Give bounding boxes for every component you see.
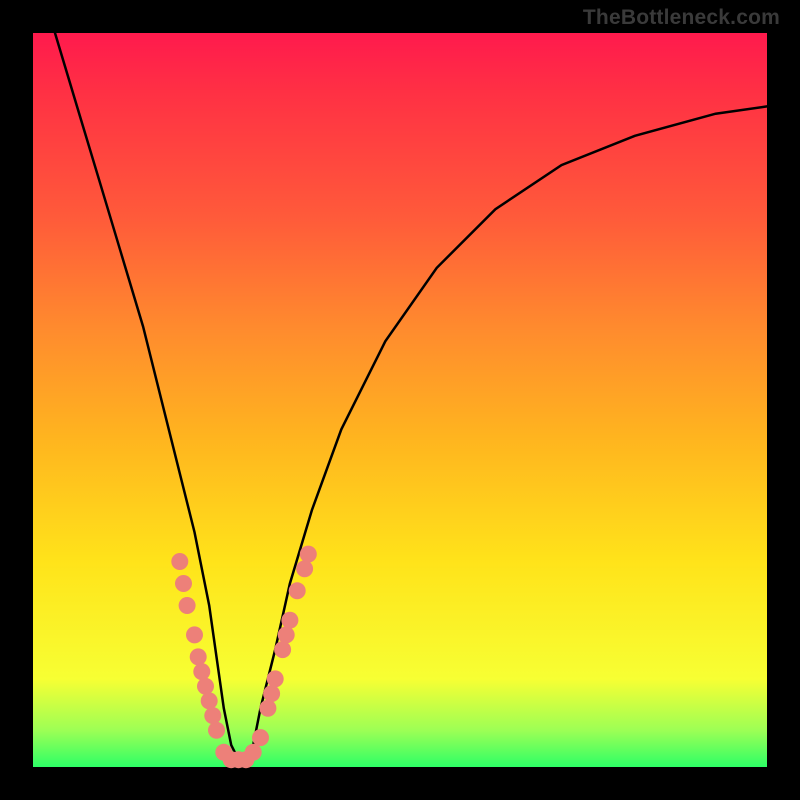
highlight-dot	[171, 553, 188, 570]
highlight-dot	[197, 678, 214, 695]
highlight-dot	[267, 670, 284, 687]
highlight-dot	[263, 685, 280, 702]
highlight-dot	[175, 575, 192, 592]
highlight-dot	[245, 744, 262, 761]
curve-svg	[33, 33, 767, 767]
highlight-dots-group	[171, 546, 316, 769]
highlight-dot	[289, 582, 306, 599]
highlight-dot	[296, 560, 313, 577]
highlight-dot	[278, 626, 295, 643]
highlight-dot	[274, 641, 291, 658]
chart-frame: TheBottleneck.com	[0, 0, 800, 800]
highlight-dot	[179, 597, 196, 614]
highlight-dot	[259, 700, 276, 717]
highlight-dot	[281, 612, 298, 629]
bottleneck-curve	[55, 33, 767, 760]
watermark-text: TheBottleneck.com	[583, 6, 780, 30]
highlight-dot	[190, 648, 207, 665]
plot-area	[33, 33, 767, 767]
highlight-dot	[204, 707, 221, 724]
highlight-dot	[252, 729, 269, 746]
highlight-dot	[300, 546, 317, 563]
highlight-dot	[193, 663, 210, 680]
highlight-dot	[201, 692, 218, 709]
highlight-dot	[186, 626, 203, 643]
highlight-dot	[208, 722, 225, 739]
